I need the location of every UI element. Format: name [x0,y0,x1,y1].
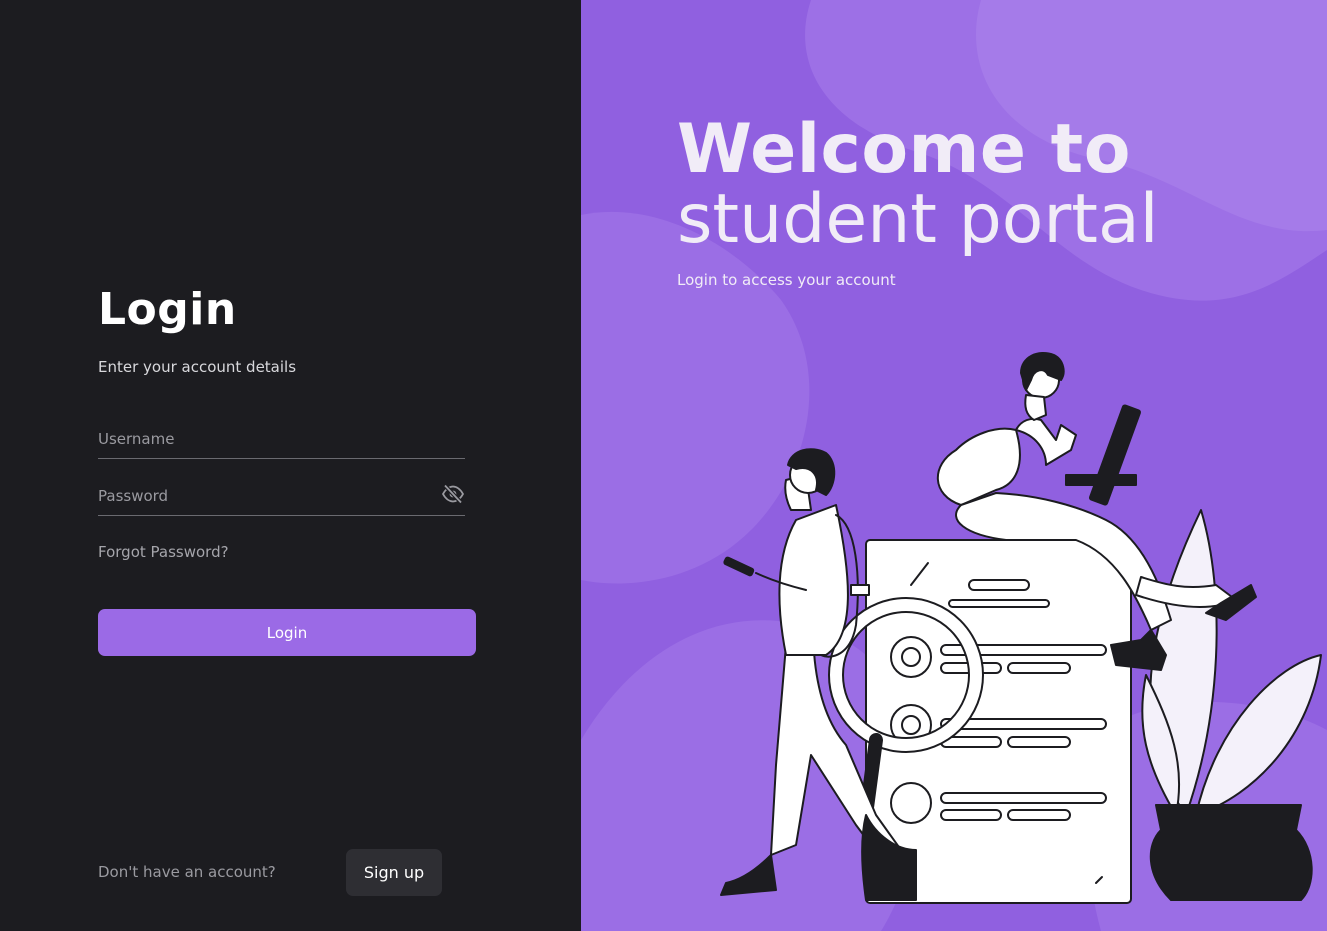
eye-slash-icon[interactable] [441,484,465,504]
login-button[interactable]: Login [98,609,476,656]
username-input[interactable] [98,419,465,458]
password-field [98,476,465,516]
signup-button[interactable]: Sign up [346,849,442,896]
login-title: Login [98,284,237,335]
students-with-document-illustration [720,352,1322,904]
hero-panel: Welcome to student portal Login to acces… [581,0,1327,931]
forgot-password-link[interactable]: Forgot Password? [98,543,229,561]
hero-title-line2: student portal [677,180,1159,259]
login-subtitle: Enter your account details [98,358,297,376]
login-panel: Login Enter your account details Forgot … [0,0,581,931]
password-input[interactable] [98,476,428,515]
hero-subtitle: Login to access your account [677,271,896,289]
username-field [98,419,465,459]
no-account-text: Don't have an account? [98,863,276,881]
hero-title-line1: Welcome to [677,110,1131,189]
